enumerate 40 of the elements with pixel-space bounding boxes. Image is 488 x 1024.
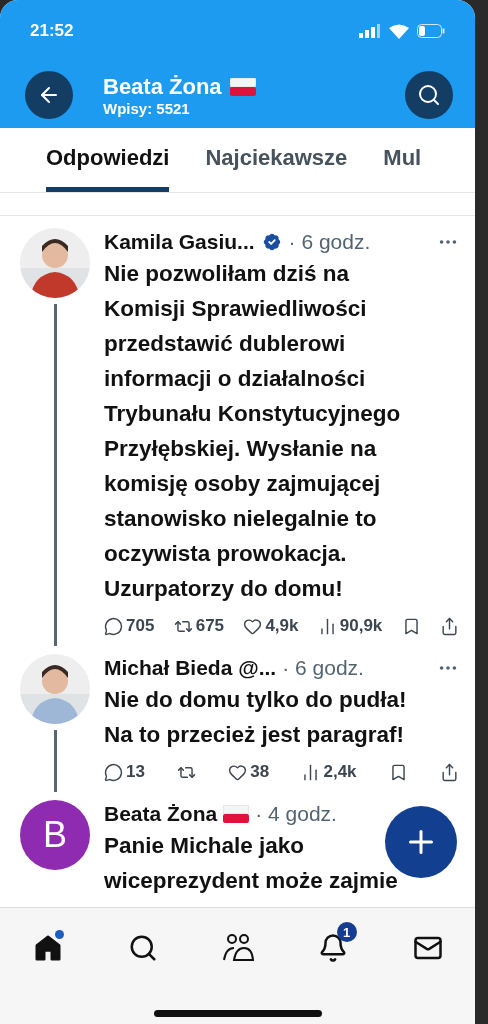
- stat-count: 705: [126, 616, 155, 636]
- reply-icon[interactable]: [104, 762, 123, 782]
- post-text: Panie Michale jako wiceprezydent może zajmie: [104, 832, 398, 895]
- like-icon[interactable]: [243, 616, 263, 636]
- status-time: 21:52: [30, 21, 74, 41]
- notification-badge: 1: [336, 922, 357, 942]
- stat-count: 13: [126, 762, 145, 782]
- post-time: · 6 godz.: [288, 230, 371, 254]
- share-icon[interactable]: [439, 616, 459, 636]
- stat-count: 38: [250, 762, 270, 782]
- tab[interactable]: Najciekawsze: [205, 128, 348, 192]
- flag-icon: [223, 805, 250, 823]
- author-name[interactable]: Michał Bieda @...: [104, 656, 277, 680]
- stat-count: 4,9k: [265, 616, 299, 636]
- signal-icon: [359, 24, 381, 38]
- author-name[interactable]: Beata Żona: [104, 802, 218, 826]
- tab[interactable]: Mul: [383, 128, 422, 192]
- wifi-icon: [389, 23, 409, 39]
- flag-icon: [229, 77, 256, 96]
- stat-count: 675: [195, 616, 225, 636]
- battery-icon: [417, 24, 445, 38]
- reply-icon[interactable]: [104, 616, 123, 636]
- post-text: Nie pozwoliłam dziś na Komisji Sprawiedliwości przedstawić dublerowi informacji o działalności Trybunału Konstytucyjnego Przyłębskiej. Wysłanie na komisję osoby zajmującej stanowisko nielegalnie to oczywista prowokacja. Uzurpatorzy do domu!: [104, 260, 401, 603]
- people-icon[interactable]: [221, 933, 254, 963]
- share-icon[interactable]: [439, 762, 459, 782]
- avatar[interactable]: B: [20, 800, 90, 870]
- stat-count: 90,9k: [339, 616, 383, 636]
- search-icon: [417, 83, 441, 107]
- post-time: · 4 godz.: [255, 802, 337, 826]
- back-button[interactable]: [25, 71, 73, 119]
- search-button[interactable]: [405, 71, 453, 119]
- profile-name: Beata Żona: [103, 73, 222, 100]
- author-name[interactable]: Kamila Gasiu...: [104, 230, 255, 254]
- post-text: Nie do domu tylko do pudła! Na to przecież jest paragraf!: [104, 686, 407, 749]
- verified-icon: [260, 231, 283, 253]
- post-time: · 6 godz.: [282, 656, 364, 680]
- tab[interactable]: Odpowiedzi: [46, 128, 170, 192]
- stat-count: 2,4k: [323, 762, 357, 782]
- like-icon[interactable]: [228, 762, 248, 782]
- post-count: Wpisy: 5521: [103, 99, 191, 117]
